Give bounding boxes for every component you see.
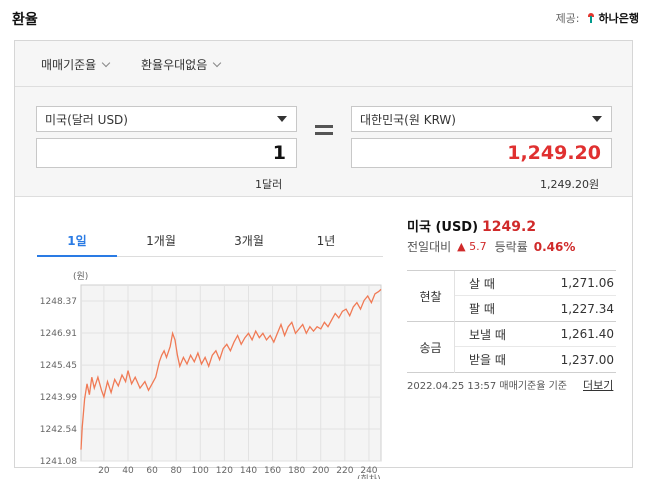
row-label: 살 때 <box>469 276 495 291</box>
from-amount-input[interactable]: 1 <box>36 138 297 168</box>
tab-3-months[interactable]: 3개월 <box>205 227 293 257</box>
x-tick-label: 140 <box>240 466 257 476</box>
hana-logo-icon <box>586 13 596 23</box>
dropdown-arrow-icon <box>277 116 287 122</box>
x-tick-label: 80 <box>170 466 182 476</box>
x-tick-label: 220 <box>336 466 353 476</box>
table-row: 팔 때 1,227.34 <box>455 296 616 321</box>
tab-1-day[interactable]: 1일 <box>37 227 117 257</box>
filter-bar: 매매기준율 환율우대없음 <box>15 41 632 87</box>
y-tick-label: 1241.08 <box>40 457 77 467</box>
page-title: 환율 <box>12 12 38 28</box>
to-caption: 1,249.20원 <box>540 178 600 191</box>
converter: 미국(달러 USD) 1 1달러 대한민국(원 KRW) 1,249.20 1,… <box>15 87 632 197</box>
timestamp: 2022.04.25 13:57 매매기준율 기준 <box>407 381 568 392</box>
more-link[interactable]: 더보기 <box>583 377 613 393</box>
row-value: 1,271.06 <box>560 276 614 290</box>
row-value: 1,227.34 <box>560 301 614 316</box>
row-value: 1,261.40 <box>560 327 614 341</box>
tab-1-year[interactable]: 1년 <box>293 227 359 257</box>
chart-svg: 1248.37 1246.91 1245.45 1243.99 1242.54 1241.… <box>40 271 382 479</box>
cash-group: 현찰 살 때 1,271.06 팔 때 1,227.34 <box>407 271 616 322</box>
x-tick-label: 40 <box>122 466 134 476</box>
row-label: 받을 때 <box>469 353 506 367</box>
x-tick-label: 160 <box>264 466 281 476</box>
rate-chart: 1248.37 1246.91 1245.45 1243.99 1242.54 1241.… <box>37 271 387 479</box>
rate-type-label: 매매기준율 <box>41 58 97 72</box>
up-arrow-icon: ▲ <box>457 240 466 253</box>
from-currency-label: 미국(달러 USD) <box>45 112 128 127</box>
from-currency-select[interactable]: 미국(달러 USD) <box>36 106 297 132</box>
y-tick-label: 1243.99 <box>40 393 77 403</box>
rate-table: 현찰 살 때 1,271.06 팔 때 1,227.34 송금 보낼 때 1,2… <box>407 270 616 373</box>
row-value: 1,237.00 <box>560 352 614 367</box>
chevron-down-icon <box>101 58 111 67</box>
hana-bank-logo: 하나은행 <box>586 10 639 26</box>
x-tick-label: 60 <box>146 466 158 476</box>
period-tabs: 1일 1개월 3개월 1년 <box>37 227 383 257</box>
plot-area <box>80 284 382 462</box>
preferential-label: 환율우대없음 <box>141 58 208 72</box>
current-rate: 1249.2 <box>482 219 537 235</box>
rate-headline: 미국 (USD) 1249.2 <box>407 216 536 235</box>
change-info: 전일대비 ▲ 5.7 등락률 0.46% <box>407 238 575 255</box>
table-row: 받을 때 1,237.00 <box>455 347 616 372</box>
change-rate-label: 등락률 <box>494 240 528 254</box>
chevron-down-icon <box>213 58 222 67</box>
y-tick-label: 1246.91 <box>40 329 77 339</box>
x-tick-label: 120 <box>216 466 233 476</box>
provider-label: 제공: <box>555 12 580 25</box>
change-label: 전일대비 <box>407 240 452 254</box>
preferential-dropdown[interactable]: 환율우대없음 <box>141 56 222 73</box>
y-tick-label: 1245.45 <box>40 361 77 371</box>
table-row: 살 때 1,271.06 <box>455 271 616 296</box>
x-tick-label: 200 <box>312 466 329 476</box>
change-value-wrap: ▲ 5.7 <box>457 240 486 253</box>
group-name: 송금 <box>407 322 455 373</box>
to-amount-input[interactable]: 1,249.20 <box>351 138 612 168</box>
rate-type-dropdown[interactable]: 매매기준율 <box>41 56 111 73</box>
country-label: 미국 (USD) <box>407 220 479 235</box>
to-currency-select[interactable]: 대한민국(원 KRW) <box>351 106 612 132</box>
change-value: 5.7 <box>469 240 487 253</box>
x-tick-label: 180 <box>288 466 305 476</box>
tab-1-month[interactable]: 1개월 <box>117 227 205 257</box>
provider-info: 제공: 하나은행 <box>556 10 639 26</box>
group-name: 현찰 <box>407 271 455 322</box>
change-rate: 0.46% <box>533 239 576 254</box>
y-tick-label: 1248.37 <box>40 297 77 307</box>
row-label: 팔 때 <box>469 302 495 316</box>
equals-icon <box>315 125 333 139</box>
provider-name: 하나은행 <box>598 12 639 25</box>
y-tick-label: 1242.54 <box>40 425 77 435</box>
table-row: 보낼 때 1,261.40 <box>455 322 616 347</box>
row-label: 보낼 때 <box>469 327 506 342</box>
x-tick-label: 100 <box>192 466 209 476</box>
exchange-panel: 매매기준율 환율우대없음 미국(달러 USD) 1 1달러 대한민국(원 KRW… <box>14 40 633 479</box>
dropdown-arrow-icon <box>592 116 602 122</box>
remit-group: 송금 보낼 때 1,261.40 받을 때 1,237.00 <box>407 322 616 373</box>
to-currency-label: 대한민국(원 KRW) <box>360 112 456 127</box>
x-tick-label: 20 <box>98 466 110 476</box>
y-axis-label: (원) <box>73 271 88 282</box>
from-caption: 1달러 <box>255 178 283 191</box>
